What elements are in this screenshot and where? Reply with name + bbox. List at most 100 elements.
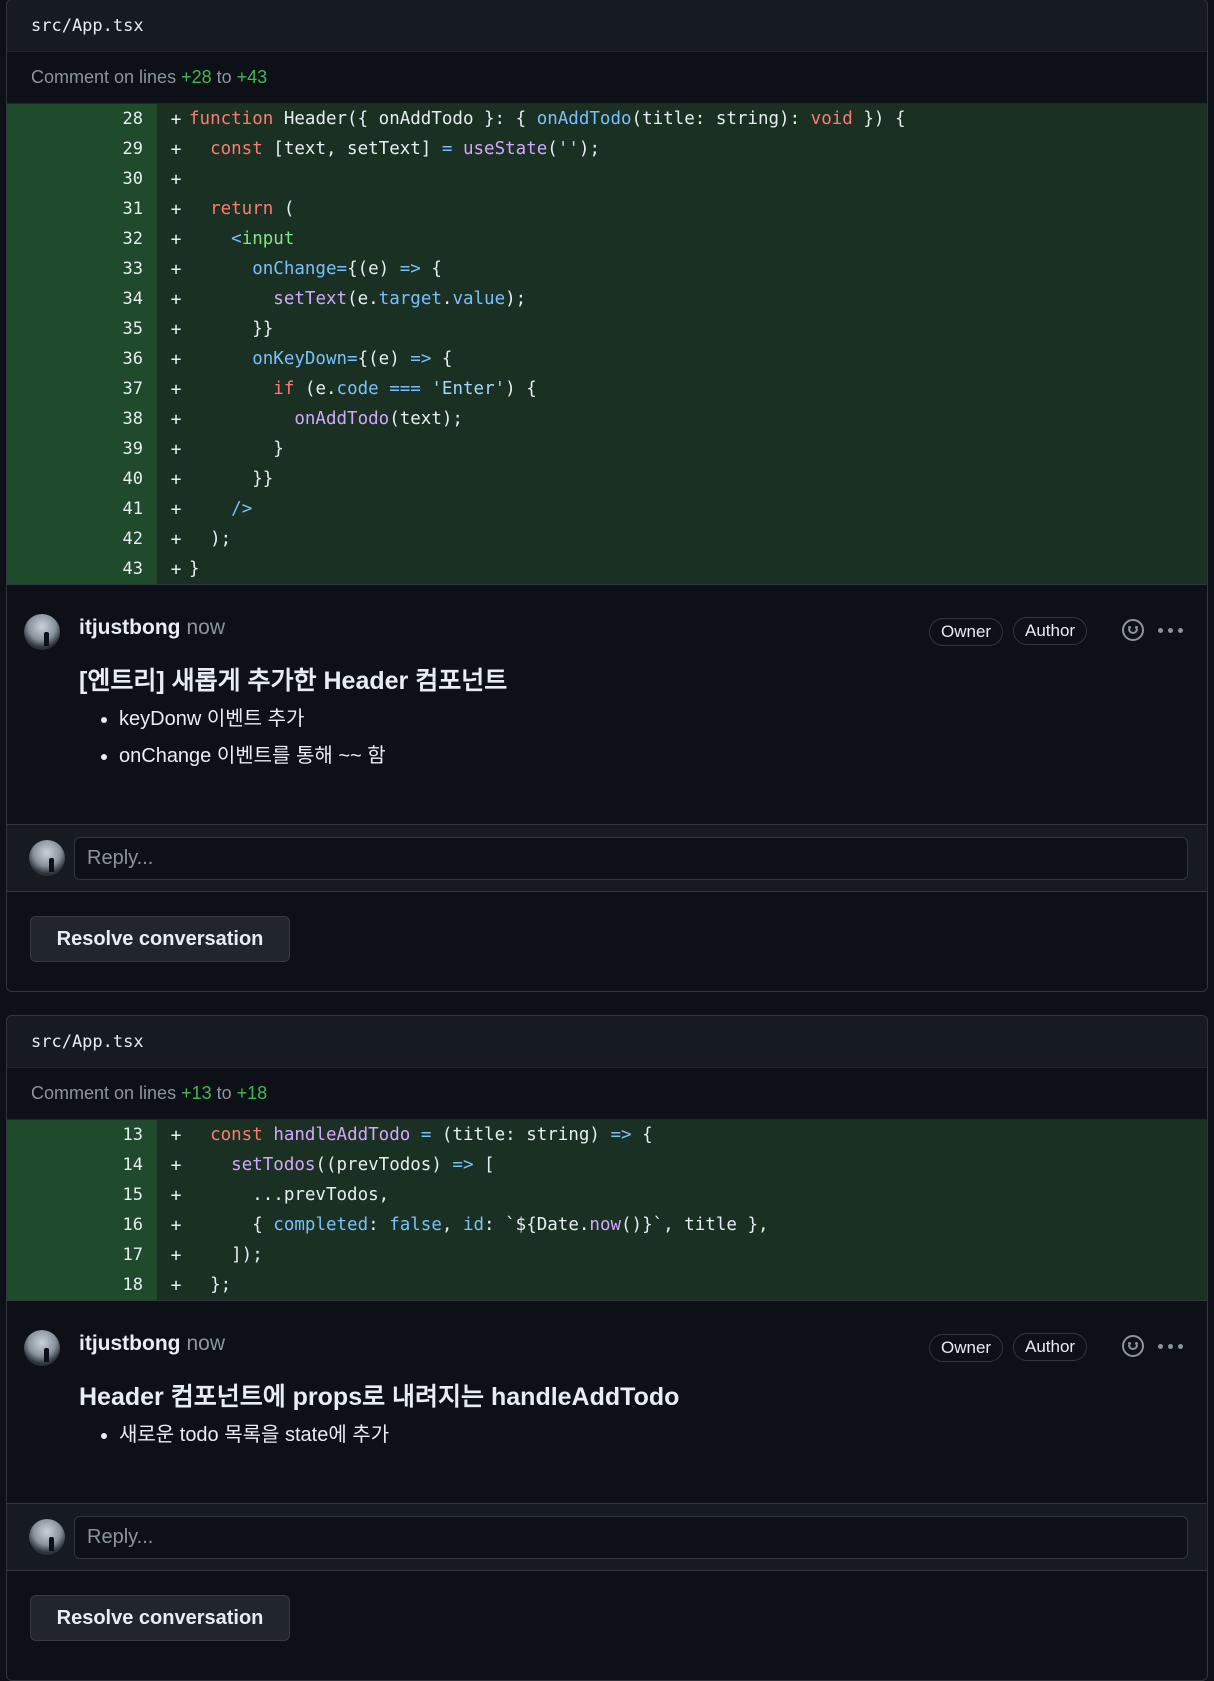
diff-add-marker: +: [170, 408, 182, 430]
diff-line[interactable]: 16 + { completed: false, id: `${Date.now(…: [7, 1210, 1207, 1240]
line-number: 29: [7, 134, 157, 164]
diff-add-marker: +: [170, 1274, 182, 1296]
review-comment: itjustbong now Owner Author Header 컴포넌트에 …: [7, 1300, 1207, 1503]
diff-line[interactable]: 14 + setTodos((prevTodos) => [: [7, 1150, 1207, 1180]
code-text: }: [189, 439, 284, 459]
diff-line[interactable]: 35 + }}: [7, 314, 1207, 344]
owner-badge: Owner: [929, 1334, 1004, 1362]
list-item: 새로운 todo 목록을 state에 추가: [119, 1418, 389, 1455]
diff-line[interactable]: 37 + if (e.code === 'Enter') {: [7, 374, 1207, 404]
review-thread: src/App.tsx Comment on lines +13 to +18 …: [6, 1015, 1208, 1681]
diff-line[interactable]: 42 + );: [7, 524, 1207, 554]
line-number: 41: [7, 494, 157, 524]
avatar: [29, 840, 65, 876]
diff-add-marker: +: [170, 348, 182, 370]
owner-badge: Owner: [929, 618, 1004, 646]
diff-line[interactable]: 15 + ...prevTodos,: [7, 1180, 1207, 1210]
diff-add-marker: +: [170, 468, 182, 490]
line-number: 34: [7, 284, 157, 314]
reply-row: [7, 824, 1207, 892]
diff-code-block: 28 + function Header({ onAddTodo }: { onAd…: [7, 104, 1207, 584]
comment-heading: Header 컴포넌트에 props로 내려지는 handleAddTodo: [79, 1383, 680, 1411]
file-path[interactable]: src/App.tsx: [7, 0, 1207, 52]
code-text: }: [189, 559, 200, 579]
line-number: 39: [7, 434, 157, 464]
line-start: +13: [181, 1083, 212, 1103]
code-text: onKeyDown={(e) => {: [252, 349, 453, 369]
line-number: 33: [7, 254, 157, 284]
diff-add-marker: +: [170, 438, 182, 460]
diff-add-marker: +: [170, 138, 182, 160]
diff-line[interactable]: 41 + />: [7, 494, 1207, 524]
line-number: 13: [7, 1120, 157, 1150]
comment-heading: [엔트리] 새롭게 추가한 Header 컴포넌트: [79, 667, 508, 695]
avatar[interactable]: [24, 614, 60, 650]
comment-author[interactable]: itjustbong: [79, 1332, 180, 1355]
diff-add-marker: +: [170, 168, 182, 190]
line-number: 16: [7, 1210, 157, 1240]
code-text: ]);: [189, 1245, 263, 1265]
reply-input[interactable]: [74, 1516, 1188, 1559]
diff-add-marker: +: [170, 1214, 182, 1236]
comment-author[interactable]: itjustbong: [79, 616, 180, 639]
line-number: 14: [7, 1150, 157, 1180]
diff-line[interactable]: 43 +}: [7, 554, 1207, 584]
diff-line[interactable]: 38 + onAddTodo(text);: [7, 404, 1207, 434]
diff-line[interactable]: 18 + };: [7, 1270, 1207, 1300]
line-number: 36: [7, 344, 157, 374]
diff-line[interactable]: 36 + onKeyDown={(e) => {: [7, 344, 1207, 374]
code-text: const handleAddTodo = (title: string) =>…: [210, 1125, 653, 1145]
diff-add-marker: +: [170, 378, 182, 400]
reply-input[interactable]: [74, 837, 1188, 880]
diff-line[interactable]: 34 + setText(e.target.value);: [7, 284, 1207, 314]
diff-code-block: 13 + const handleAddTodo = (title: string…: [7, 1120, 1207, 1300]
avatar[interactable]: [24, 1330, 60, 1366]
list-item: onChange 이벤트를 통해 ~~ 함: [119, 739, 386, 776]
review-thread: src/App.tsx Comment on lines +28 to +43 …: [6, 0, 1208, 992]
diff-line[interactable]: 33 + onChange={(e) => {: [7, 254, 1207, 284]
line-number: 40: [7, 464, 157, 494]
diff-line[interactable]: 13 + const handleAddTodo = (title: string…: [7, 1120, 1207, 1150]
resolve-conversation-button[interactable]: Resolve conversation: [30, 1595, 290, 1641]
line-number: 43: [7, 554, 157, 584]
line-end: +43: [236, 67, 268, 87]
more-options-icon[interactable]: [1158, 628, 1183, 633]
line-number: 42: [7, 524, 157, 554]
diff-add-marker: +: [170, 258, 182, 280]
diff-line[interactable]: 30 +: [7, 164, 1207, 194]
avatar: [29, 1519, 65, 1555]
line-number: 18: [7, 1270, 157, 1300]
diff-add-marker: +: [170, 1154, 182, 1176]
list-item: keyDonw 이벤트 추가: [119, 702, 386, 739]
code-text: />: [231, 499, 253, 519]
comment-timestamp[interactable]: now: [186, 1332, 225, 1355]
add-reaction-icon[interactable]: [1122, 1335, 1144, 1357]
code-text: { completed: false, id: `${Date.now()}`,…: [189, 1215, 769, 1235]
diff-add-marker: +: [170, 288, 182, 310]
add-reaction-icon[interactable]: [1122, 619, 1144, 641]
diff-line[interactable]: 40 + }}: [7, 464, 1207, 494]
diff-line[interactable]: 32 + <input: [7, 224, 1207, 254]
diff-add-marker: +: [170, 1124, 182, 1146]
diff-line[interactable]: 17 + ]);: [7, 1240, 1207, 1270]
diff-add-marker: +: [170, 1244, 182, 1266]
resolve-conversation-button[interactable]: Resolve conversation: [30, 916, 290, 962]
code-text: }}: [189, 469, 274, 489]
line-number: 17: [7, 1240, 157, 1270]
diff-add-marker: +: [170, 228, 182, 250]
diff-line[interactable]: 39 + }: [7, 434, 1207, 464]
diff-line[interactable]: 31 + return (: [7, 194, 1207, 224]
diff-add-marker: +: [170, 498, 182, 520]
author-badge: Author: [1013, 617, 1088, 645]
more-options-icon[interactable]: [1158, 1344, 1183, 1349]
code-text: };: [189, 1275, 232, 1295]
comment-timestamp[interactable]: now: [186, 616, 225, 639]
line-number: 38: [7, 404, 157, 434]
file-path[interactable]: src/App.tsx: [7, 1016, 1207, 1068]
reply-row: [7, 1503, 1207, 1571]
code-text: );: [189, 529, 232, 549]
code-text: ...prevTodos,: [189, 1185, 390, 1205]
diff-line[interactable]: 28 + function Header({ onAddTodo }: { onAd…: [7, 104, 1207, 134]
diff-line[interactable]: 29 + const [text, setText] = useState('')…: [7, 134, 1207, 164]
comment-bullet-list: 새로운 todo 목록을 state에 추가: [79, 1418, 389, 1455]
